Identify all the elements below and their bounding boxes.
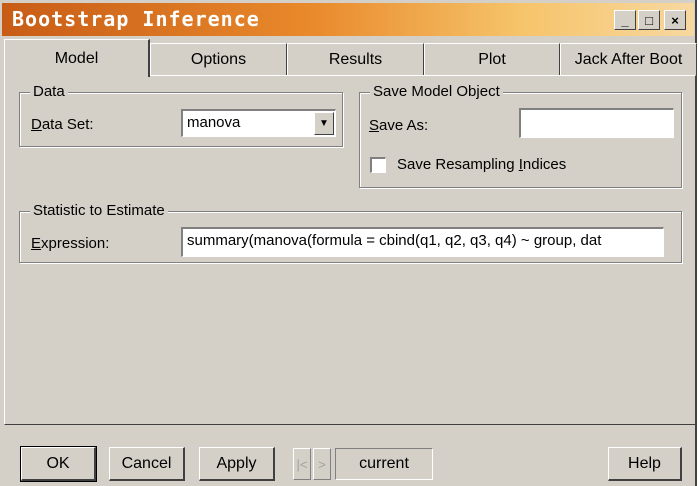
- bootstrap-inference-dialog: Bootstrap Inference _ □ × Model Options …: [0, 0, 697, 486]
- title-bar[interactable]: Bootstrap Inference _ □ ×: [2, 3, 694, 36]
- tab-options[interactable]: Options: [150, 43, 287, 76]
- save-as-label: Save As:: [369, 117, 429, 134]
- window-title: Bootstrap Inference: [12, 7, 260, 31]
- data-group-legend: Data: [30, 83, 68, 100]
- dataset-select-value: manova: [187, 114, 241, 131]
- save-resampling-indices-label: Save Resampling Indices: [397, 156, 567, 173]
- minimize-button[interactable]: _: [614, 10, 636, 30]
- chevron-down-icon[interactable]: ▼: [314, 112, 334, 135]
- dataset-select[interactable]: manova ▼: [181, 109, 336, 137]
- dataset-label: Data Set:: [31, 116, 94, 133]
- apply-button[interactable]: Apply: [199, 447, 275, 481]
- close-button[interactable]: ×: [664, 10, 686, 30]
- save-as-input[interactable]: [519, 108, 674, 138]
- tab-strip: Model Options Results Plot Jack After Bo…: [4, 39, 697, 77]
- save-model-object-legend: Save Model Object: [370, 83, 503, 100]
- maximize-button[interactable]: □: [638, 10, 660, 30]
- statistic-to-estimate-legend: Statistic to Estimate: [30, 202, 168, 219]
- help-button[interactable]: Help: [608, 447, 682, 481]
- ok-button[interactable]: OK: [20, 446, 97, 482]
- tab-plot[interactable]: Plot: [424, 43, 560, 76]
- current-status-indicator: current: [335, 448, 433, 480]
- cancel-button[interactable]: Cancel: [109, 447, 185, 481]
- next-button[interactable]: >: [313, 448, 331, 480]
- expression-label: Expression:: [31, 235, 110, 252]
- save-model-object-group: Save Model Object: [359, 83, 682, 188]
- save-resampling-indices-checkbox[interactable]: [370, 157, 386, 173]
- expression-input[interactable]: summary(manova(formula = cbind(q1, q2, q…: [181, 227, 664, 257]
- tab-results[interactable]: Results: [287, 43, 424, 76]
- tab-jack-after-boot[interactable]: Jack After Boot: [560, 43, 697, 76]
- tab-model[interactable]: Model: [4, 39, 150, 77]
- previous-button[interactable]: |<: [293, 448, 311, 480]
